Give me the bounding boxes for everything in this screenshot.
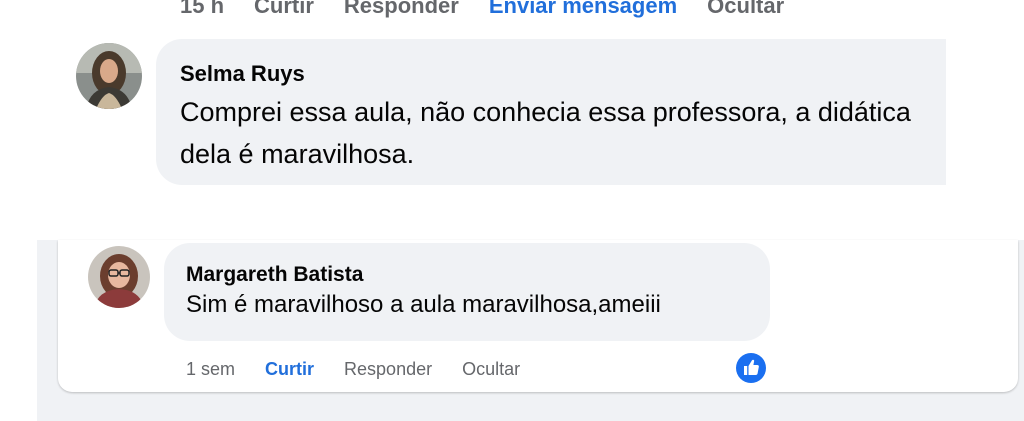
like-icon bbox=[736, 353, 766, 383]
reply-link[interactable]: Responder bbox=[344, 359, 432, 380]
comment-bubble-margareth: Margareth Batista Sim é maravilhoso a au… bbox=[164, 243, 770, 341]
like-reaction-badge[interactable] bbox=[735, 352, 767, 384]
previous-hide-link[interactable]: Ocultar bbox=[707, 0, 784, 19]
send-message-link[interactable]: Enviar mensagem bbox=[489, 0, 677, 19]
previous-like-link[interactable]: Curtir bbox=[254, 0, 314, 19]
comment-text: Comprei essa aula, não conhecia essa pro… bbox=[180, 97, 911, 169]
crop-edge bbox=[946, 30, 1024, 200]
avatar-photo-icon bbox=[88, 246, 150, 308]
previous-comment-time: 15 h bbox=[180, 0, 225, 18]
avatar-photo-icon bbox=[76, 43, 142, 109]
previous-reply-link[interactable]: Responder bbox=[344, 0, 459, 19]
comment-text: Sim é maravilhoso a aula maravilhosa,ame… bbox=[186, 291, 661, 318]
comment-author[interactable]: Margareth Batista bbox=[186, 263, 363, 287]
comment-bubble-selma: Selma Ruys Comprei essa aula, não conhec… bbox=[156, 39, 986, 185]
avatar-margareth[interactable] bbox=[88, 246, 150, 308]
avatar-selma[interactable] bbox=[76, 43, 142, 109]
comment-author[interactable]: Selma Ruys bbox=[180, 61, 305, 87]
comment-time[interactable]: 1 sem bbox=[186, 359, 235, 380]
like-link[interactable]: Curtir bbox=[265, 359, 314, 380]
hide-link[interactable]: Ocultar bbox=[462, 359, 520, 380]
comment-actions: 1 sem Curtir Responder Ocultar bbox=[186, 356, 520, 382]
previous-comment-actions: 15 h Curtir Responder Enviar mensagem Oc… bbox=[180, 0, 784, 21]
